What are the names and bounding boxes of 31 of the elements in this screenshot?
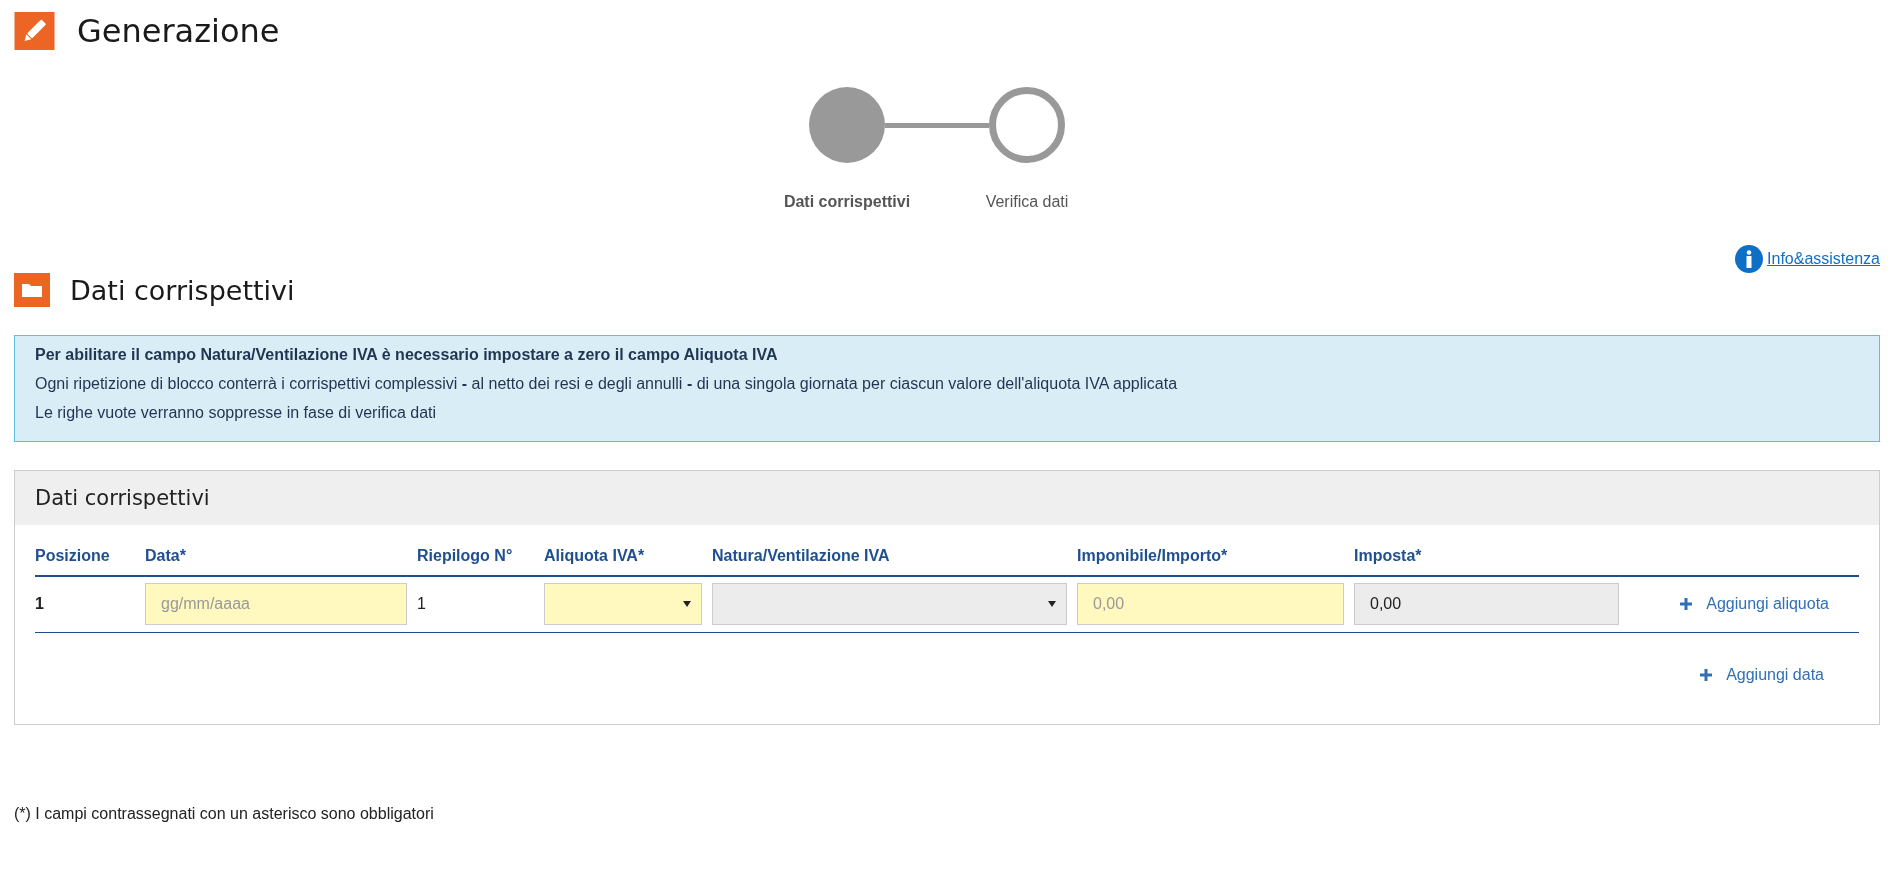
column-header: Natura/Ventilazione IVA <box>712 547 891 565</box>
column-header: Imposta* <box>1354 547 1423 565</box>
caret-icon <box>1048 601 1056 607</box>
info-icon <box>1734 245 1763 273</box>
page-title: Generazione <box>77 12 280 50</box>
add-rate-link[interactable]: Aggiungi aliquota <box>1680 595 1859 613</box>
info-link[interactable]: Info&assistenza <box>1734 245 1880 273</box>
panel-title: Dati corrispettivi <box>35 486 210 510</box>
footnote-text: (*) I campi contrassegnati con un asterisco sono obbligatori <box>14 805 435 823</box>
column-header: Imponibile/Importo* <box>1077 547 1229 565</box>
input-field[interactable]: gg/mm/aaaa <box>145 583 407 625</box>
step-label: Dati corrispettivi <box>783 193 911 211</box>
pencil-icon <box>14 12 55 50</box>
column-header: Posizione <box>35 547 111 565</box>
input-field[interactable]: 0,00 <box>1077 583 1344 625</box>
add-date-link[interactable]: Aggiungi data <box>1700 666 1859 684</box>
alert-text: Le righe vuote verranno soppresse in fase di verifica dati <box>35 404 438 422</box>
column-header: Data* <box>145 547 187 565</box>
column-header: Riepilogo N° <box>417 547 514 565</box>
dropdown-field[interactable] <box>544 583 702 625</box>
section-title: Dati corrispettivi <box>70 274 295 306</box>
column-header: Aliquota IVA* <box>544 547 646 565</box>
folder-icon <box>14 273 50 307</box>
plus-icon <box>1680 598 1693 610</box>
table-cell-text: 1 <box>417 595 427 613</box>
plus-icon <box>1700 669 1713 681</box>
step-label: Verifica dati <box>985 193 1069 211</box>
table-cell-text: 1 <box>35 595 45 613</box>
alert-text: Per abilitare il campo Natura/Ventilazione IVA è necessario impostare a zero il campo Aliquota IVA <box>35 346 779 364</box>
alert-text: Ogni ripetizione di blocco conterrà i corrispettivi complessivi - al netto dei resi e degli annulli - di una singola giornata per ciascun valore dell'aliquota IVA applicata <box>35 375 1179 393</box>
caret-icon <box>683 601 691 607</box>
